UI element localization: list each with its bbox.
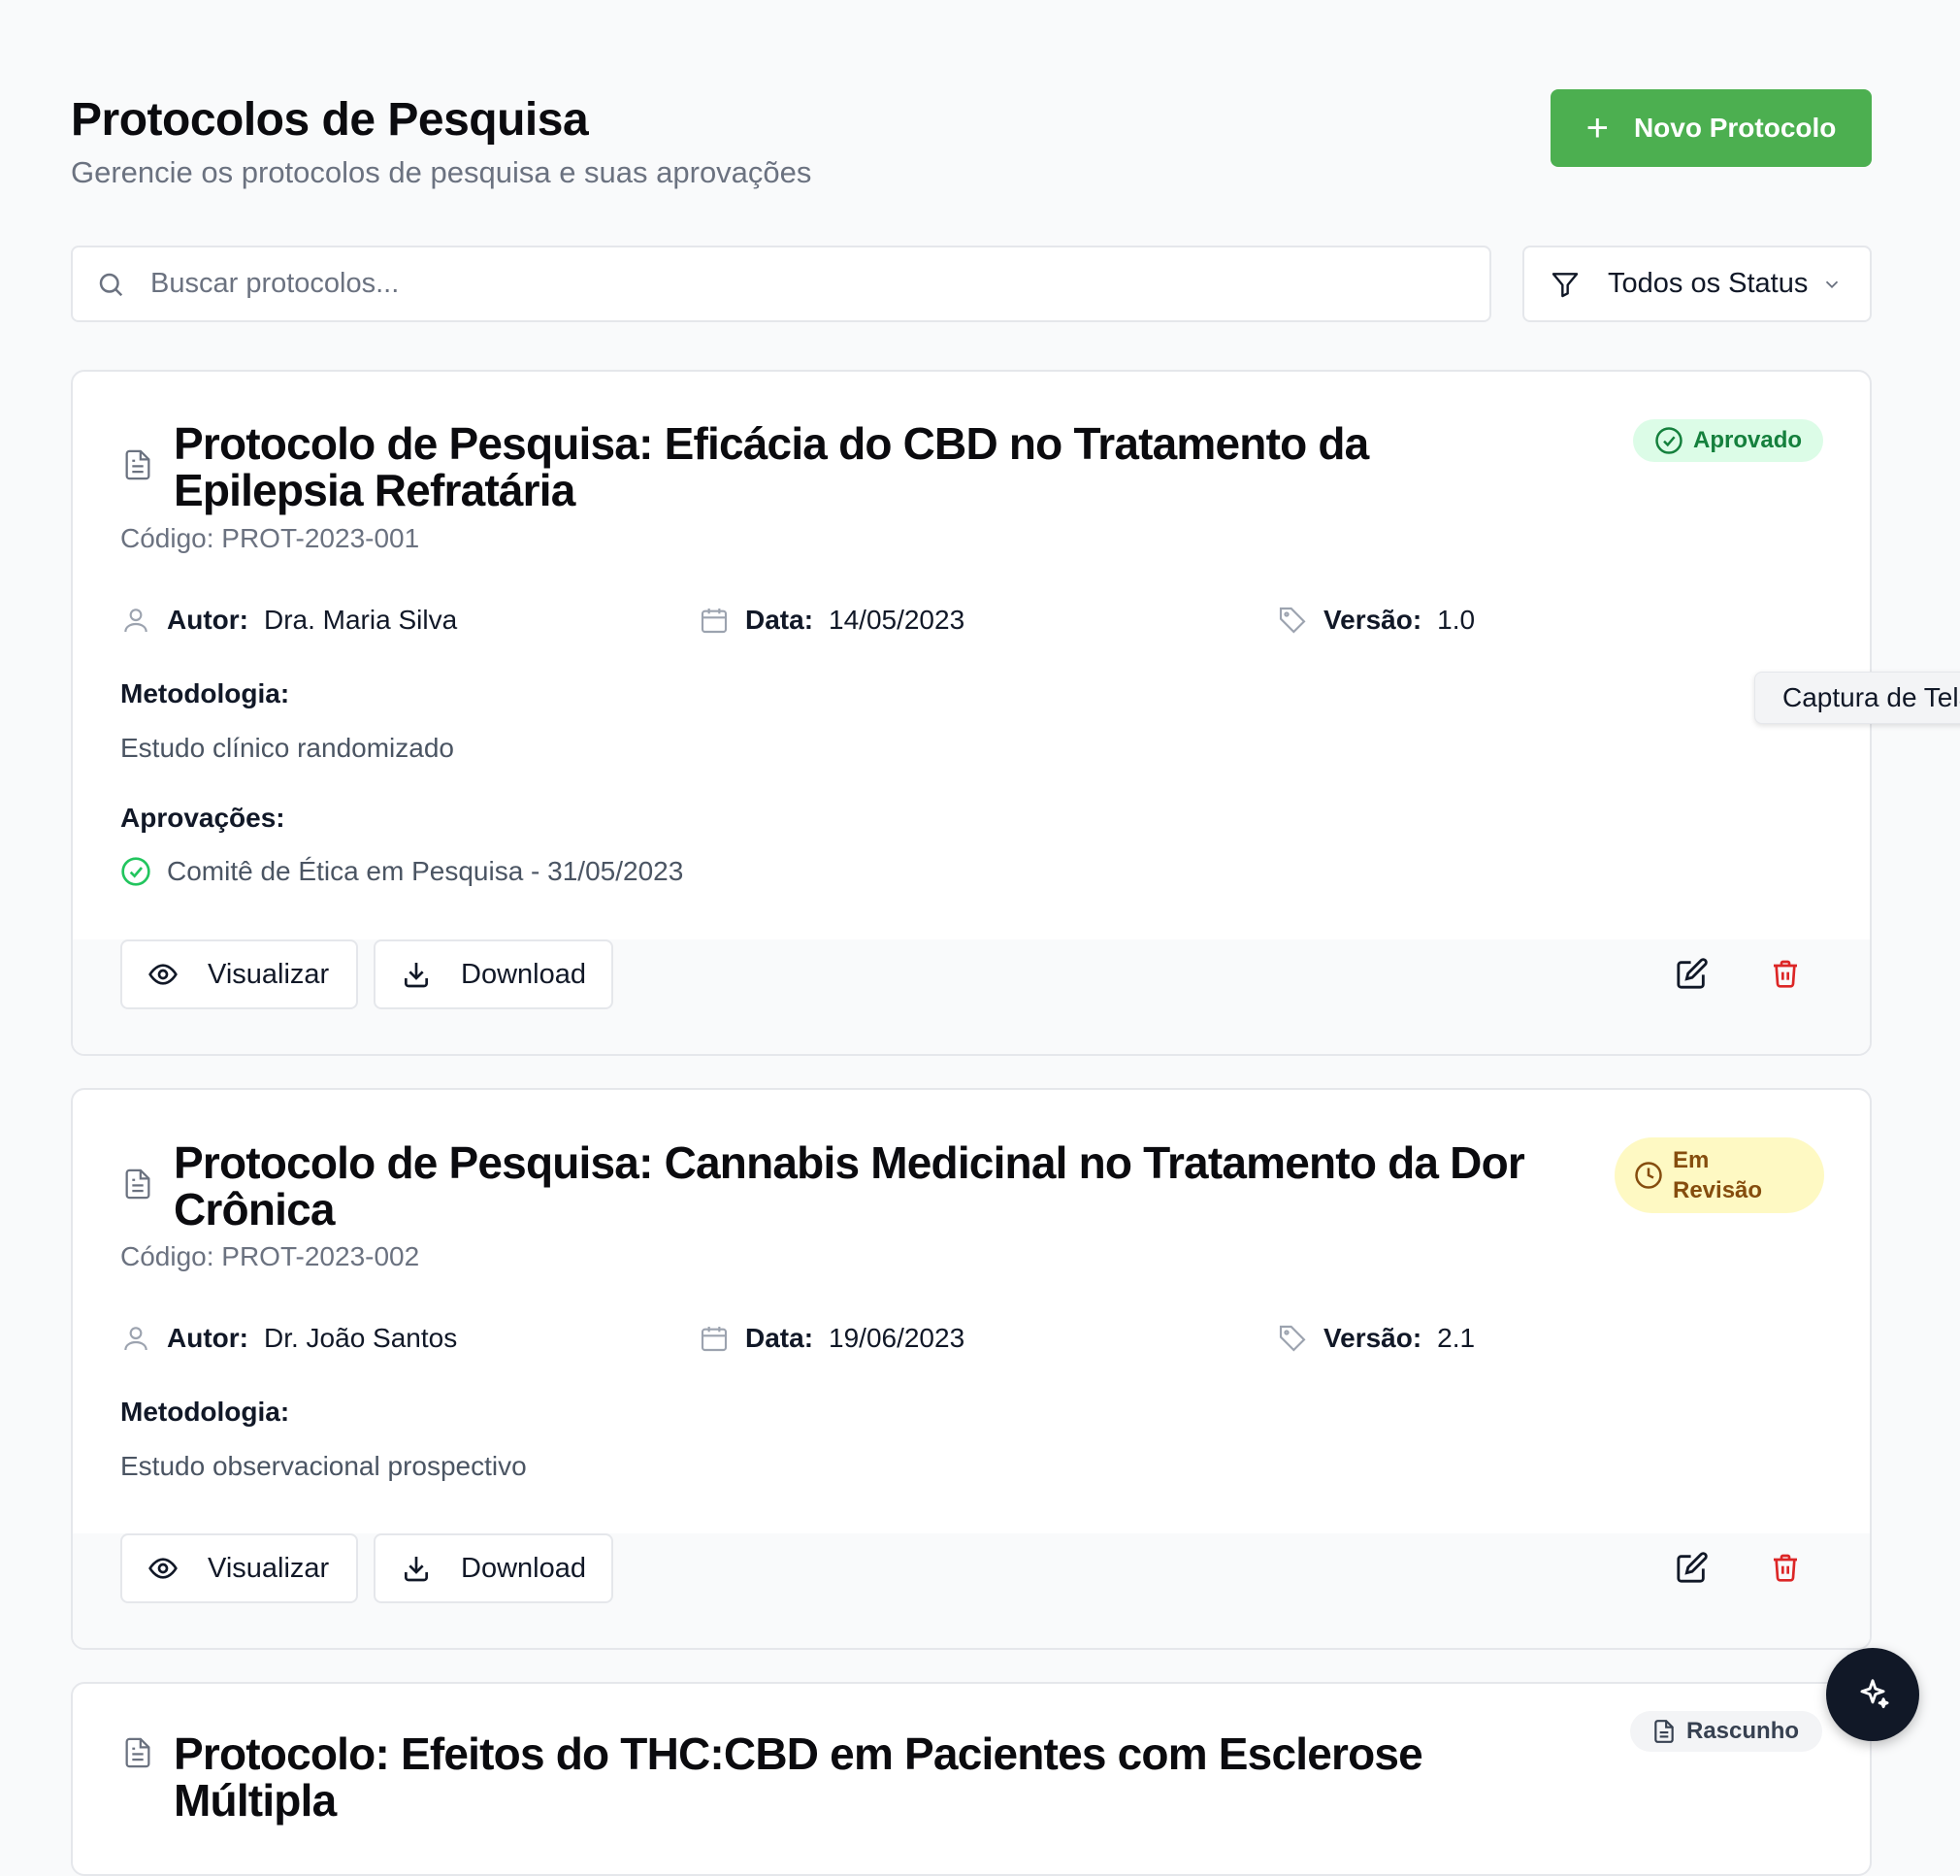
- protocol-card: Protocolo: Efeitos do THC:CBD em Pacient…: [71, 1682, 1872, 1876]
- protocol-card: Protocolo de Pesquisa: Eficácia do CBD n…: [71, 370, 1872, 1056]
- status-badge-label: Rascunho: [1686, 1718, 1800, 1744]
- tag-icon: [1279, 1325, 1306, 1352]
- author-info: Autor: Dr. João Santos: [120, 1323, 457, 1354]
- edit-icon[interactable]: [1676, 1551, 1709, 1584]
- methodology-text: Estudo observacional prospectivo: [120, 1451, 527, 1481]
- user-icon: [124, 1327, 147, 1351]
- document-icon: [125, 449, 150, 480]
- status-filter-select[interactable]: Todos os Status: [1522, 246, 1872, 322]
- screenshot-tooltip: Captura de Tela: [1754, 672, 1960, 724]
- approvals-label: Aprovações:: [120, 803, 285, 833]
- methodology-label: Metodologia:: [120, 678, 290, 708]
- trash-icon[interactable]: [1770, 957, 1801, 990]
- version-value: 2.1: [1437, 1323, 1476, 1353]
- download-button[interactable]: Download: [374, 1533, 613, 1603]
- protocol-code: Código: PROT-2023-001: [120, 523, 420, 553]
- plus-icon: +: [1585, 107, 1609, 149]
- download-label: Download: [461, 958, 586, 990]
- protocol-title: Protocolo: Efeitos do THC:CBD em Pacient…: [174, 1728, 1423, 1826]
- author-info: Autor: Dra. Maria Silva: [120, 605, 457, 636]
- download-button[interactable]: Download: [374, 939, 613, 1009]
- author-value: Dr. João Santos: [263, 1323, 458, 1353]
- chevron-down-icon: [1826, 280, 1839, 288]
- status-badge: Aprovado: [1633, 419, 1823, 462]
- download-label: Download: [461, 1552, 586, 1584]
- date-value: 14/05/2023: [829, 605, 965, 635]
- user-icon: [124, 609, 147, 633]
- card-footer: Visualizar Download: [73, 1533, 1870, 1648]
- eye-icon: [148, 1558, 178, 1579]
- check-circle-icon: [121, 857, 150, 886]
- new-protocol-button[interactable]: + Novo Protocolo: [1551, 89, 1872, 167]
- status-filter-label: Todos os Status: [1608, 268, 1809, 299]
- author-label: Autor:: [167, 605, 248, 635]
- protocol-card: Protocolo de Pesquisa: Cannabis Medicina…: [71, 1088, 1872, 1650]
- view-label: Visualizar: [208, 958, 330, 990]
- version-info: Versão: 2.1: [1277, 1323, 1475, 1354]
- date-label: Data:: [745, 605, 814, 635]
- approval-item: Comitê de Ética em Pesquisa - 31/05/2023: [120, 856, 683, 887]
- document-icon: [1654, 1720, 1674, 1743]
- approval-text: Comitê de Ética em Pesquisa - 31/05/2023: [167, 856, 684, 886]
- page-subtitle: Gerencie os protocolos de pesquisa e sua…: [71, 155, 812, 189]
- card-footer: Visualizar Download: [73, 939, 1870, 1054]
- search-input[interactable]: [148, 267, 1414, 301]
- date-value: 19/06/2023: [829, 1323, 965, 1353]
- document-icon: [125, 1737, 150, 1768]
- view-label: Visualizar: [208, 1552, 330, 1584]
- methodology-label: Metodologia:: [120, 1397, 290, 1427]
- document-icon: [125, 1168, 150, 1200]
- clock-icon: [1635, 1162, 1662, 1189]
- filter-icon: [1552, 272, 1579, 297]
- status-badge-label: Aprovado: [1693, 427, 1803, 453]
- calendar-icon: [701, 1327, 728, 1352]
- calendar-icon: [701, 609, 728, 634]
- version-value: 1.0: [1437, 605, 1476, 635]
- status-badge: Em Revisão: [1615, 1137, 1824, 1213]
- view-button[interactable]: Visualizar: [120, 939, 358, 1009]
- search-icon: [99, 273, 123, 296]
- new-protocol-label: Novo Protocolo: [1633, 113, 1837, 143]
- date-label: Data:: [745, 1323, 814, 1353]
- status-badge-label: Em: [1673, 1147, 1710, 1173]
- protocol-code: Código: PROT-2023-002: [120, 1241, 420, 1271]
- download-icon: [405, 1557, 428, 1582]
- tag-icon: [1279, 607, 1306, 634]
- author-label: Autor:: [167, 1323, 248, 1353]
- view-button[interactable]: Visualizar: [120, 1533, 358, 1603]
- author-value: Dra. Maria Silva: [263, 605, 458, 635]
- download-icon: [405, 963, 428, 988]
- protocol-title: Protocolo de Pesquisa: Eficácia do CBD n…: [174, 418, 1369, 515]
- methodology-text: Estudo clínico randomizado: [120, 733, 454, 763]
- date-info: Data: 14/05/2023: [699, 605, 964, 636]
- version-info: Versão: 1.0: [1277, 605, 1475, 636]
- date-info: Data: 19/06/2023: [699, 1323, 964, 1354]
- version-label: Versão:: [1323, 605, 1422, 635]
- protocol-title: Protocolo de Pesquisa: Cannabis Medicina…: [174, 1137, 1525, 1234]
- status-badge: Rascunho: [1630, 1711, 1822, 1752]
- trash-icon[interactable]: [1770, 1551, 1801, 1584]
- eye-icon: [148, 964, 178, 985]
- status-badge-label-2: Revisão: [1673, 1177, 1763, 1203]
- edit-icon[interactable]: [1676, 957, 1709, 990]
- ai-assistant-button[interactable]: [1826, 1648, 1919, 1741]
- page-title: Protocolos de Pesquisa: [71, 94, 589, 146]
- check-circle-icon: [1655, 427, 1682, 454]
- search-bar: [71, 246, 1491, 322]
- sparkles-icon: [1860, 1679, 1889, 1709]
- version-label: Versão:: [1323, 1323, 1422, 1353]
